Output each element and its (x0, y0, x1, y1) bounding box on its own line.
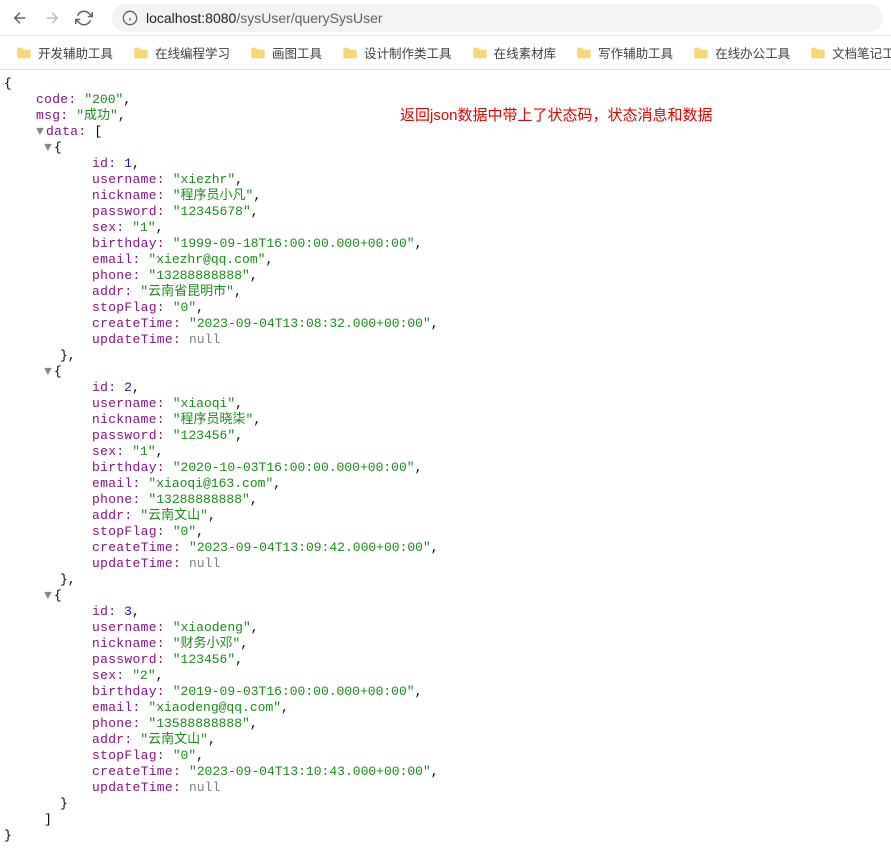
toggle-icon[interactable]: ▼ (44, 588, 54, 604)
bookmark-label: 画图工具 (272, 43, 322, 62)
forward-button[interactable] (40, 6, 64, 30)
folder-icon (16, 46, 32, 60)
bookmark-label: 在线编程学习 (155, 43, 230, 62)
back-button[interactable] (8, 6, 32, 30)
url-text: localhost:8080/sysUser/querySysUser (146, 10, 383, 26)
bookmark-label: 开发辅助工具 (38, 43, 113, 62)
annotation-text: 返回json数据中带上了状态码，状态消息和数据 (400, 108, 713, 124)
bookmark-item[interactable]: 开发辅助工具 (8, 39, 121, 66)
folder-icon (576, 46, 592, 60)
bookmark-label: 在线素材库 (494, 43, 557, 62)
folder-icon (342, 46, 358, 60)
bookmark-item[interactable]: 画图工具 (242, 39, 330, 66)
bookmark-item[interactable]: 在线素材库 (464, 39, 565, 66)
bookmarks-bar: 开发辅助工具 在线编程学习 画图工具 设计制作类工具 在线素材库 写作辅助工具 在线办公工具… (0, 36, 891, 70)
json-viewer: 返回json数据中带上了状态码，状态消息和数据 {code: "200",msg… (0, 70, 891, 854)
folder-icon (810, 46, 826, 60)
folder-icon (693, 46, 709, 60)
info-icon (122, 10, 138, 26)
bookmark-label: 文档笔记工具 (832, 43, 891, 62)
bookmark-item[interactable]: 设计制作类工具 (334, 39, 460, 66)
folder-icon (133, 46, 149, 60)
bookmark-item[interactable]: 在线编程学习 (125, 39, 238, 66)
reload-button[interactable] (72, 6, 96, 30)
browser-toolbar: localhost:8080/sysUser/querySysUser (0, 0, 891, 36)
bookmark-item[interactable]: 在线办公工具 (685, 39, 798, 66)
toggle-icon[interactable]: ▼ (36, 124, 46, 140)
bookmark-label: 在线办公工具 (715, 43, 790, 62)
bookmark-label: 设计制作类工具 (364, 43, 452, 62)
toggle-icon[interactable]: ▼ (44, 364, 54, 380)
folder-icon (472, 46, 488, 60)
bookmark-label: 写作辅助工具 (598, 43, 673, 62)
bookmark-item[interactable]: 写作辅助工具 (568, 39, 681, 66)
folder-icon (250, 46, 266, 60)
bookmark-item[interactable]: 文档笔记工具 (802, 39, 891, 66)
address-bar[interactable]: localhost:8080/sysUser/querySysUser (112, 4, 883, 32)
toggle-icon[interactable]: ▼ (44, 140, 54, 156)
